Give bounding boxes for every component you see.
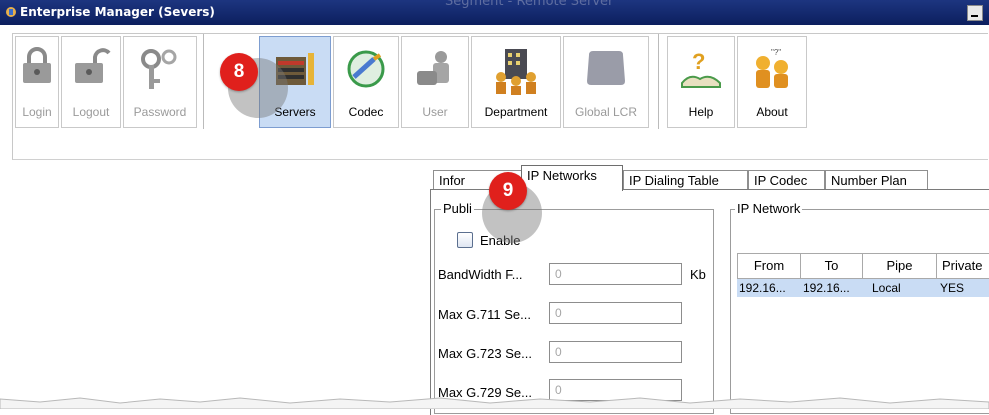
tab-number-plan[interactable]: Number Plan [825,170,928,190]
lock-icon [23,47,51,83]
ip-network-title: IP Network [735,201,803,216]
codec-button[interactable]: Codec [333,36,399,128]
bandwidth-label: BandWidth F... [438,267,523,282]
global-lcr-label: Global LCR [574,105,638,119]
help-icon: ? [681,49,721,88]
user-button[interactable]: User [401,36,469,128]
user-phone-icon [417,51,449,85]
login-label: Login [22,105,52,119]
title-bar: Enterprise Manager (Severs) Segment - Re… [0,0,989,25]
ip-network-group: IP Network [730,201,989,414]
globe-icon [587,51,625,85]
column-header-from[interactable]: From [737,253,801,279]
tab-ip-dialing-table[interactable]: IP Dialing Table [623,170,748,190]
cell-from: 192.16... [739,281,786,295]
window-ghost-title: Segment - Remote Server [445,0,614,9]
max-g711-input[interactable]: 0 [549,302,682,324]
department-button[interactable]: Department [471,36,561,128]
step-marker-9: 9 [489,172,527,210]
password-button[interactable]: Password [123,36,197,128]
cell-to: 192.16... [803,281,850,295]
main-frame: Login Logout Password Servers Codec User… [0,25,989,415]
department-icon [496,49,536,95]
svg-text:?: ? [692,49,705,74]
minimize-button[interactable] [967,5,983,21]
tab-ip-codec[interactable]: IP Codec [748,170,825,190]
department-label: Department [484,105,548,119]
cell-private: YES [940,281,965,295]
column-header-private[interactable]: Private [936,253,989,279]
max-g723-input[interactable]: 0 [549,341,682,363]
codec-label: Codec [348,105,384,119]
key-icon [141,49,177,89]
window-title: Enterprise Manager (Severs) [20,5,215,19]
column-header-to[interactable]: To [800,253,863,279]
enable-checkbox[interactable] [457,232,473,248]
svg-text:"?": "?" [771,48,781,57]
toolbar-separator [203,34,204,129]
unlock-icon [75,48,111,83]
user-label: User [422,105,448,119]
table-row[interactable]: 192.16... 192.16... Local YES [737,279,989,297]
about-label: About [756,105,788,119]
app-icon [6,7,16,17]
bandwidth-unit: Kb [690,267,706,282]
about-button[interactable]: "?" About [737,36,807,128]
logout-label: Logout [72,105,110,119]
max-g711-label: Max G.711 Se... [438,307,531,322]
about-icon: "?" [756,48,788,88]
codec-icon [347,50,385,88]
bandwidth-input[interactable]: 0 [549,263,682,285]
public-group-title: Publi [441,201,474,216]
cell-pipe: Local [872,281,901,295]
step-marker-8: 8 [220,53,258,91]
password-label: Password [133,105,187,119]
help-label: Help [688,105,714,119]
toolbar-separator [658,34,659,129]
help-button[interactable]: ? Help [667,36,735,128]
torn-edge-decoration [0,397,989,409]
toolbar: Login Logout Password Servers Codec User… [12,33,988,160]
max-g723-label: Max G.723 Se... [438,346,532,361]
column-header-pipe[interactable]: Pipe [862,253,937,279]
global-lcr-button[interactable]: Global LCR [563,36,649,128]
login-button[interactable]: Login [15,36,59,128]
logout-button[interactable]: Logout [61,36,121,128]
tab-ip-networks[interactable]: IP Networks [521,165,623,191]
